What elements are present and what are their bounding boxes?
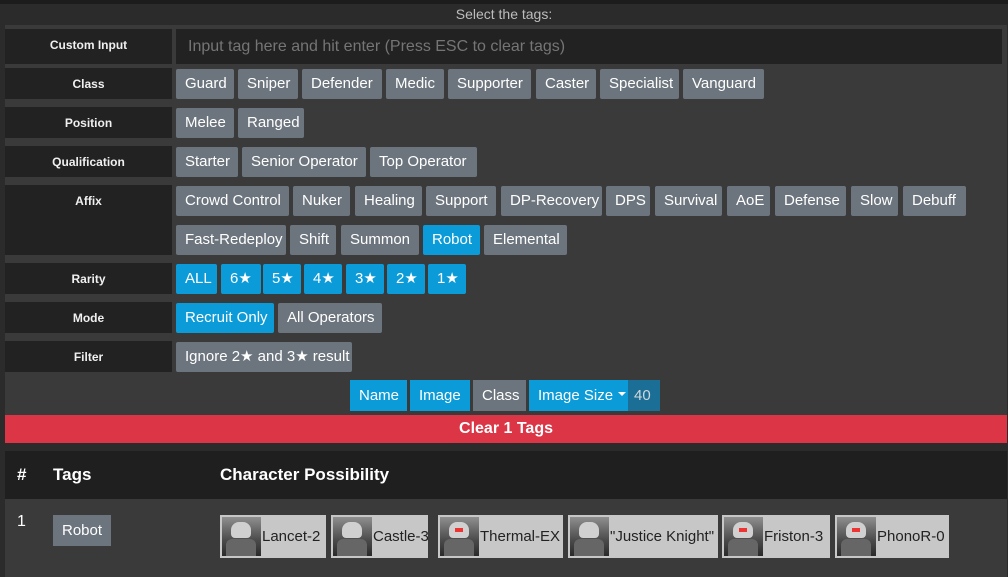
row-label-position: Position	[5, 107, 172, 138]
tag-supporter[interactable]: Supporter	[448, 69, 531, 99]
character-portrait-icon	[440, 517, 479, 556]
row-label-mode: Mode	[5, 302, 172, 333]
tag-crowd-control[interactable]: Crowd Control	[176, 186, 289, 216]
tag-support[interactable]: Support	[426, 186, 496, 216]
tag-fast-redeploy[interactable]: Fast-Redeploy	[176, 225, 286, 255]
tag-caster[interactable]: Caster	[536, 69, 596, 99]
tag-specialist[interactable]: Specialist	[600, 69, 679, 99]
header-num: #	[17, 465, 27, 484]
character-castle-3[interactable]: Castle-3	[331, 515, 429, 558]
character-portrait-icon	[333, 517, 372, 556]
tag-recruit-only[interactable]: Recruit Only	[176, 303, 274, 333]
tag-survival[interactable]: Survival	[655, 186, 722, 216]
character-name: PhonoR-0	[877, 528, 945, 545]
tag-melee[interactable]: Melee	[176, 108, 234, 138]
tag-nuker[interactable]: Nuker	[293, 186, 350, 216]
tag-shift[interactable]: Shift	[290, 225, 336, 255]
tag-ranged[interactable]: Ranged	[238, 108, 304, 138]
character-lancet-2[interactable]: Lancet-2	[220, 515, 326, 558]
name-button[interactable]: Name	[350, 380, 407, 411]
header-character-possibility: Character Possibility	[220, 465, 390, 484]
tag-rarity-2[interactable]: 2★	[387, 264, 425, 294]
tag-rarity-1[interactable]: 1★	[428, 264, 466, 294]
tag-healing[interactable]: Healing	[355, 186, 422, 216]
character-justice-knight[interactable]: "Justice Knight"	[568, 515, 718, 558]
character-portrait-icon	[724, 517, 763, 556]
image-size-label: Image Size	[538, 387, 614, 404]
character-portrait-icon	[222, 517, 261, 556]
tag-medic[interactable]: Medic	[386, 69, 444, 99]
tag-aoe[interactable]: AoE	[727, 186, 770, 216]
tag-defender[interactable]: Defender	[302, 69, 382, 99]
tag-defense[interactable]: Defense	[775, 186, 846, 216]
image-size-dropdown[interactable]: Image Size	[529, 380, 628, 411]
image-size-value: 40	[628, 380, 660, 411]
tag-guard[interactable]: Guard	[176, 69, 234, 99]
row-label-custom-input: Custom Input	[5, 29, 172, 64]
tag-all-operators[interactable]: All Operators	[278, 303, 382, 333]
tag-rarity-6[interactable]: 6★	[221, 264, 261, 294]
row-label-filter: Filter	[5, 341, 172, 372]
tag-dps[interactable]: DPS	[606, 186, 650, 216]
tag-senior-operator[interactable]: Senior Operator	[242, 147, 366, 177]
character-name: Castle-3	[373, 528, 429, 545]
tag-summon[interactable]: Summon	[341, 225, 419, 255]
chevron-down-icon	[618, 392, 627, 397]
character-name: Friston-3	[764, 528, 824, 545]
results-table-header	[5, 451, 1007, 499]
result-tag-robot[interactable]: Robot	[53, 515, 112, 546]
character-portrait-icon	[570, 517, 609, 556]
tag-slow[interactable]: Slow	[851, 186, 898, 216]
tag-debuff[interactable]: Debuff	[903, 186, 966, 216]
character-name: "Justice Knight"	[610, 528, 715, 545]
custom-tag-input[interactable]	[176, 29, 1002, 64]
clear-tags-button[interactable]: Clear 1 Tags	[5, 415, 1007, 443]
tag-robot[interactable]: Robot	[423, 225, 480, 255]
row-label-affix: Affix	[5, 185, 172, 255]
tag-elemental[interactable]: Elemental	[484, 225, 567, 255]
character-phonor-0[interactable]: PhonoR-0	[835, 515, 949, 558]
row-label-qualification: Qualification	[5, 146, 172, 177]
character-thermal-ex[interactable]: Thermal-EX	[438, 515, 563, 558]
character-name: Lancet-2	[262, 528, 321, 545]
character-name: Thermal-EX	[480, 528, 561, 545]
row-label-rarity: Rarity	[5, 263, 172, 294]
tag-ignore-2-3-star[interactable]: Ignore 2★ and 3★ result	[176, 342, 352, 372]
tag-rarity-4[interactable]: 4★	[304, 264, 342, 294]
class-button[interactable]: Class	[473, 380, 526, 411]
tag-rarity-3[interactable]: 3★	[346, 264, 384, 294]
character-portrait-icon	[837, 517, 876, 556]
tag-top-operator[interactable]: Top Operator	[370, 147, 477, 177]
tag-vanguard[interactable]: Vanguard	[683, 69, 764, 99]
row-number: 1	[17, 513, 26, 530]
character-friston-3[interactable]: Friston-3	[722, 515, 830, 558]
tag-dp-recovery[interactable]: DP-Recovery	[501, 186, 602, 216]
tag-rarity-all[interactable]: ALL	[176, 264, 217, 294]
page-title: Select the tags:	[455, 6, 553, 22]
header-tags: Tags	[53, 465, 92, 484]
tag-sniper[interactable]: Sniper	[238, 69, 298, 99]
row-label-class: Class	[5, 68, 172, 99]
image-button[interactable]: Image	[410, 380, 470, 411]
tag-starter[interactable]: Starter	[176, 147, 238, 177]
tag-rarity-5[interactable]: 5★	[263, 264, 301, 294]
